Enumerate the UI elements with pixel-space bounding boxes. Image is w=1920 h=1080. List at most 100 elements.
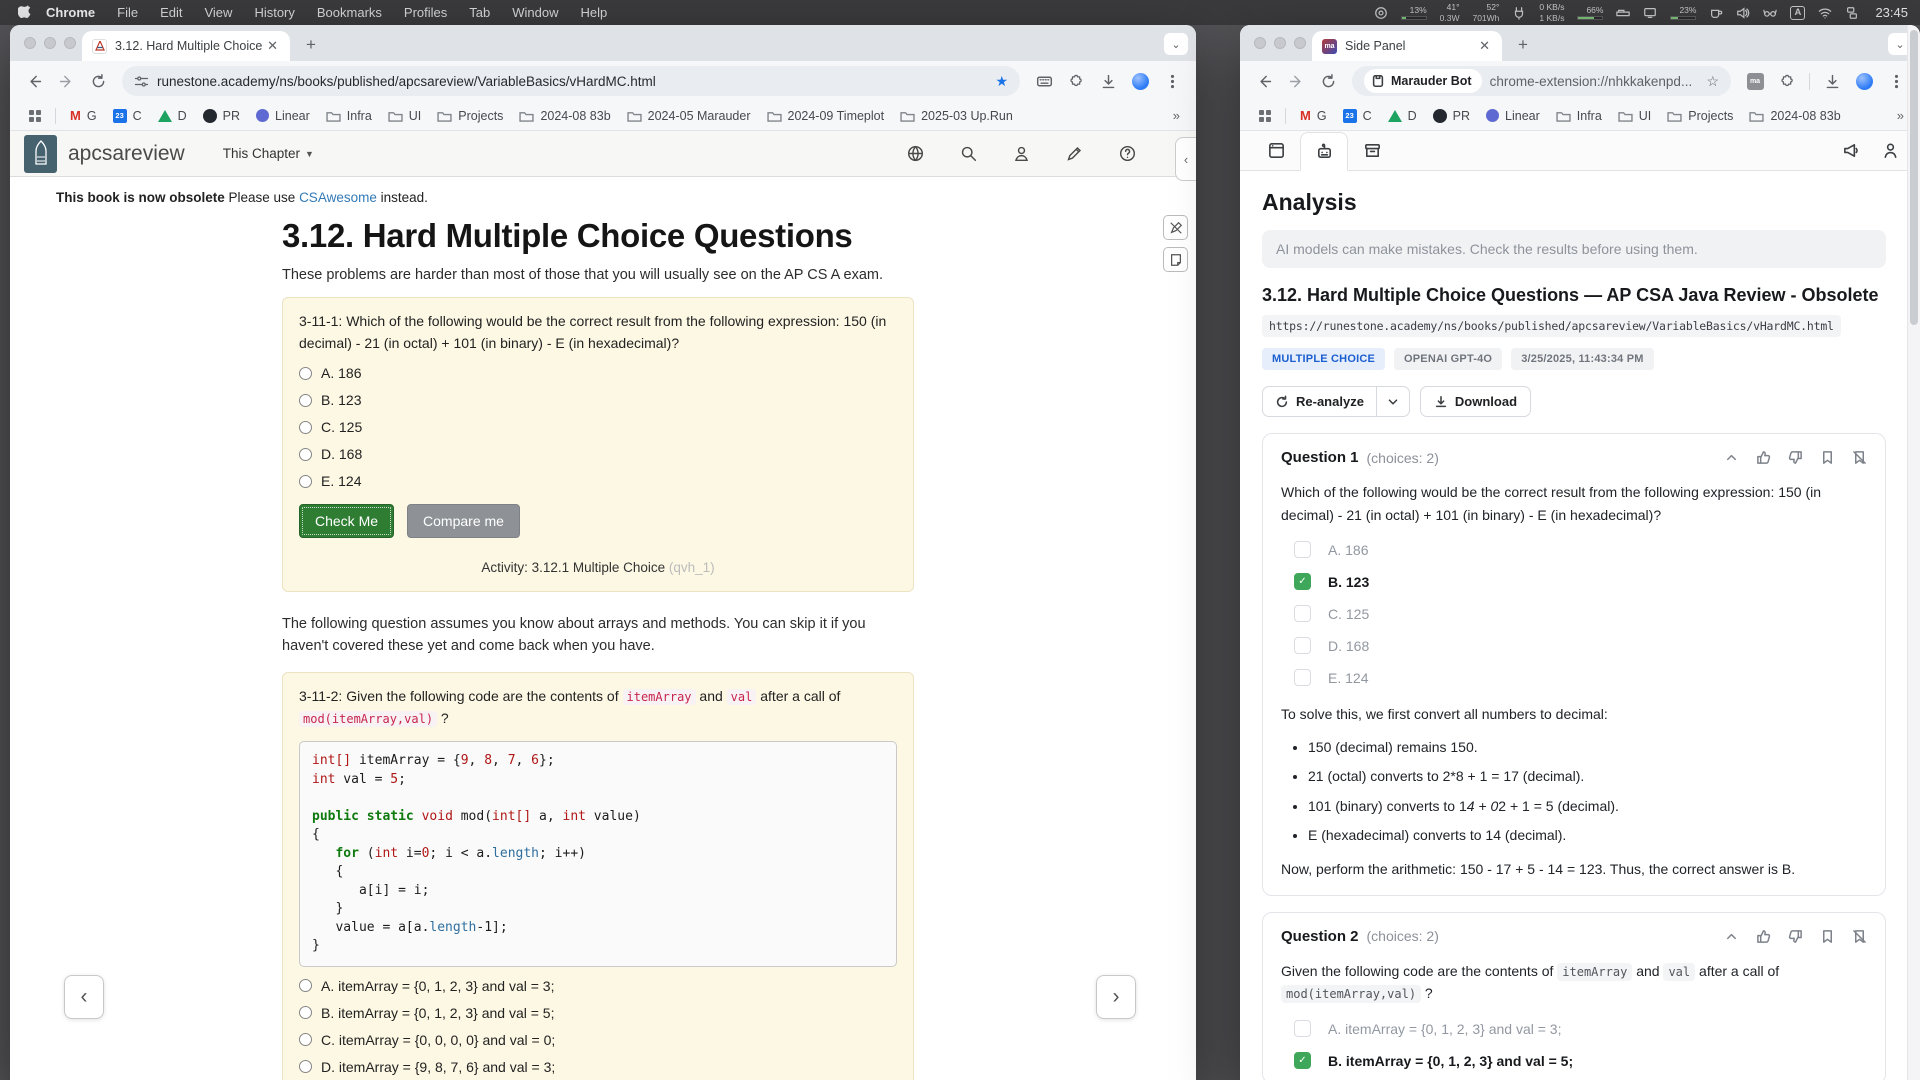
radio-button[interactable] — [299, 448, 312, 461]
input-source-icon[interactable]: A — [1790, 6, 1805, 20]
choice-row[interactable]: A. itemArray = {0, 1, 2, 3} and val = 3; — [1294, 1020, 1867, 1037]
panel-scrollbar[interactable] — [1907, 25, 1920, 1080]
menu-window[interactable]: Window — [512, 5, 558, 20]
energy-widget[interactable]: 52°701Wh — [1472, 2, 1499, 22]
bookmarks-overflow-icon[interactable]: » — [1173, 108, 1184, 123]
cpu-widget[interactable]: 23% — [1670, 5, 1696, 20]
bookmark-star-icon[interactable]: ☆ — [1706, 73, 1719, 90]
option-row[interactable]: A. itemArray = {0, 1, 2, 3} and val = 3; — [299, 978, 897, 994]
radio-button[interactable] — [299, 394, 312, 407]
menu-tab[interactable]: Tab — [469, 5, 490, 20]
radio-button[interactable] — [299, 475, 312, 488]
bookmark-folder-ui[interactable]: UI — [1611, 109, 1659, 123]
menu-history[interactable]: History — [254, 5, 294, 20]
fast-user-switch-icon[interactable] — [1845, 6, 1859, 20]
extensions-icon[interactable] — [1773, 67, 1801, 95]
checkbox-checked[interactable]: ✓ — [1294, 573, 1311, 590]
omnibox[interactable]: runestone.academy/ns/books/published/apc… — [122, 66, 1020, 96]
back-button[interactable] — [1250, 67, 1278, 95]
download-button[interactable]: Download — [1420, 386, 1531, 417]
runestone-logo[interactable] — [24, 135, 57, 173]
menu-file[interactable]: File — [117, 5, 138, 20]
bookmark-star-icon[interactable]: ★ — [995, 73, 1008, 90]
bookmark-linear[interactable]: Linear — [249, 109, 317, 123]
bookmark-folder-projects[interactable]: Projects — [1660, 109, 1740, 123]
option-row[interactable]: C. itemArray = {0, 0, 0, 0} and val = 0; — [299, 1032, 897, 1048]
menu-edit[interactable]: Edit — [160, 5, 182, 20]
globe-icon[interactable] — [907, 145, 924, 162]
choice-row[interactable]: ✓B. 123 — [1294, 573, 1867, 590]
tab-close-icon[interactable]: ✕ — [1475, 38, 1494, 54]
choice-row[interactable]: E. 124 — [1294, 669, 1867, 686]
thumbs-up-icon[interactable] — [1756, 929, 1771, 944]
minimize-window-button[interactable] — [44, 37, 56, 49]
checkbox[interactable] — [1294, 605, 1311, 622]
site-brand[interactable]: apcsareview — [68, 142, 185, 166]
sidebar-collapse-toggle[interactable]: ‹ — [1175, 137, 1196, 181]
scrollbar-thumb[interactable] — [1910, 30, 1918, 325]
csawesome-link[interactable]: CSAwesome — [299, 190, 377, 205]
bookmark-folder-2024-08[interactable]: 2024-08 83b — [512, 109, 617, 123]
highlights-off-button[interactable] — [1163, 215, 1188, 240]
bookmark-off-icon[interactable] — [1852, 929, 1867, 944]
pencil-icon[interactable] — [1066, 145, 1083, 162]
bookmark-folder-infra[interactable]: Infra — [1549, 109, 1609, 123]
forward-button[interactable] — [52, 67, 80, 95]
bookmark-github[interactable]: PR — [1426, 109, 1477, 123]
zoom-window-button[interactable] — [1294, 37, 1306, 49]
bookmark-github[interactable]: PR — [196, 109, 247, 123]
forward-button[interactable] — [1282, 67, 1310, 95]
radio-button[interactable] — [299, 367, 312, 380]
browser-tab[interactable]: ma Side Panel ✕ — [1312, 31, 1502, 61]
radio-button[interactable] — [299, 1033, 312, 1046]
bookmark-folder-2024-09[interactable]: 2024-09 Timeplot — [760, 109, 892, 123]
wifi-icon[interactable] — [1818, 6, 1832, 20]
network-widget[interactable]: 0 KB/s1 KB/s — [1539, 2, 1564, 22]
extension-sphere-icon[interactable] — [1126, 67, 1154, 95]
thumbs-down-icon[interactable] — [1788, 929, 1803, 944]
reload-button[interactable] — [1314, 67, 1342, 95]
tab-search-button[interactable]: ⌄ — [1164, 33, 1188, 55]
choice-row[interactable]: A. 186 — [1294, 541, 1867, 558]
checkbox[interactable] — [1294, 541, 1311, 558]
option-row[interactable]: D. itemArray = {9, 8, 7, 6} and val = 3; — [299, 1059, 897, 1075]
minimize-window-button[interactable] — [1274, 37, 1286, 49]
new-tab-button[interactable]: + — [298, 32, 324, 58]
tab-close-icon[interactable]: ✕ — [263, 38, 282, 54]
tab-analysis[interactable] — [1300, 132, 1348, 171]
checkbox[interactable] — [1294, 669, 1311, 686]
choice-row[interactable]: D. 168 — [1294, 637, 1867, 654]
menu-view[interactable]: View — [204, 5, 232, 20]
tab-archive[interactable] — [1348, 131, 1396, 170]
keyboard-icon[interactable] — [1030, 67, 1058, 95]
apple-menu-icon[interactable] — [18, 5, 32, 20]
omnibox[interactable]: Marauder Bot chrome-extension://nhkkaken… — [1352, 66, 1731, 96]
sleep-icon[interactable] — [1616, 6, 1630, 20]
user-icon[interactable] — [1013, 145, 1030, 162]
tab-browser[interactable] — [1252, 131, 1300, 170]
option-row[interactable]: B. 123 — [299, 392, 897, 408]
bookmark-calendar[interactable]: 23C — [1336, 109, 1379, 123]
search-icon[interactable] — [960, 145, 977, 162]
bookmark-folder-ui[interactable]: UI — [381, 109, 429, 123]
option-row[interactable]: D. 168 — [299, 446, 897, 462]
menu-app-name[interactable]: Chrome — [46, 5, 95, 20]
checkbox-checked[interactable]: ✓ — [1294, 1052, 1311, 1069]
extension-name-chip[interactable]: Marauder Bot — [1364, 69, 1482, 93]
option-row[interactable]: B. itemArray = {0, 1, 2, 3} and val = 5; — [299, 1005, 897, 1021]
close-window-button[interactable] — [24, 37, 36, 49]
eyeglasses-icon[interactable] — [1763, 6, 1777, 20]
bookmark-folder-infra[interactable]: Infra — [319, 109, 379, 123]
kebab-menu-icon[interactable] — [1158, 67, 1186, 95]
collapse-icon[interactable] — [1724, 929, 1739, 944]
bookmark-folder-2024-05[interactable]: 2024-05 Marauder — [620, 109, 758, 123]
extensions-icon[interactable] — [1062, 67, 1090, 95]
downloads-icon[interactable] — [1094, 67, 1122, 95]
choice-row[interactable]: ✓B. itemArray = {0, 1, 2, 3} and val = 5… — [1294, 1052, 1867, 1069]
menu-help[interactable]: Help — [581, 5, 608, 20]
gpu-widget[interactable]: 13% — [1401, 5, 1427, 20]
chapter-dropdown[interactable]: This Chapter▼ — [223, 146, 314, 161]
bookmark-drive[interactable]: D — [151, 109, 194, 123]
menu-clock[interactable]: 23:45 — [1875, 5, 1908, 20]
help-icon[interactable] — [1119, 145, 1136, 162]
